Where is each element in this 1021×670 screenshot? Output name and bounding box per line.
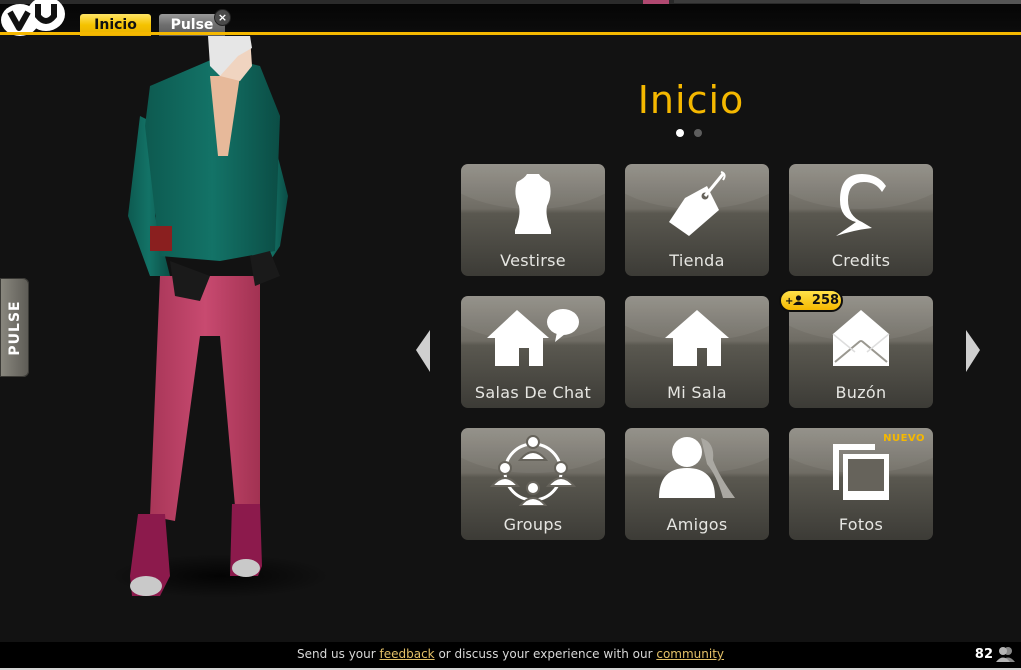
envelope-icon — [832, 310, 890, 366]
online-count: 82 — [974, 646, 993, 662]
header-bar: Inicio Pulse × — [0, 0, 1021, 36]
tile-label: Fotos — [838, 515, 884, 534]
previous-page-arrow-icon[interactable] — [414, 328, 434, 374]
feedback-link[interactable]: feedback — [380, 647, 435, 661]
chat-house-icon — [487, 309, 579, 366]
friends-icon — [659, 437, 735, 498]
credits-icon — [836, 174, 886, 236]
tile-buzon[interactable]: Buzón — [789, 296, 933, 408]
tile-groups[interactable]: Groups — [461, 428, 605, 540]
footer-message: Send us your feedback or discuss your ex… — [0, 647, 1021, 661]
page-title: Inicio — [637, 78, 745, 122]
mannequin-icon — [515, 174, 551, 234]
tile-label: Credits — [831, 251, 891, 270]
footer-bar: Send us your feedback or discuss your ex… — [0, 642, 1021, 668]
price-tag-icon — [669, 171, 726, 236]
tile-mi-sala[interactable]: Mi Sala — [625, 296, 769, 408]
tile-label: Vestirse — [500, 251, 566, 270]
people-icon — [996, 647, 1015, 662]
app-window: Inicio Pulse × PULSE Inicio Vestirse Tie… — [0, 0, 1021, 670]
person-icon — [793, 295, 805, 305]
tile-label: Buzón — [835, 383, 887, 402]
page-dot-1[interactable] — [676, 129, 684, 137]
strip-bar — [674, 0, 860, 3]
community-link[interactable]: community — [656, 647, 724, 661]
close-tab-pulse-icon[interactable]: × — [214, 9, 231, 26]
new-tag: NUEVO — [883, 433, 925, 444]
footer-text-1: Send us your — [296, 647, 380, 661]
pulse-side-tab[interactable]: PULSE — [0, 278, 29, 377]
buzon-count-badge[interactable]: + 258 — [779, 289, 843, 312]
tile-label: Salas De Chat — [474, 383, 592, 402]
pulse-side-label: PULSE — [6, 299, 23, 356]
tile-label: Mi Sala — [667, 383, 727, 402]
tile-amigos[interactable]: Amigos — [625, 428, 769, 540]
page-indicator — [676, 129, 702, 139]
tile-label: Amigos — [666, 515, 728, 534]
tile-credits[interactable]: Credits — [789, 164, 933, 276]
online-friends-counter[interactable]: 82 — [975, 646, 1015, 662]
next-page-arrow-icon[interactable] — [962, 328, 982, 374]
tile-label: Groups — [503, 515, 563, 534]
tile-vestirse[interactable]: Vestirse — [461, 164, 605, 276]
tile-fotos[interactable]: NUEVO Fotos — [789, 428, 933, 540]
tile-label: Tienda — [669, 251, 725, 270]
footer-text-2: or discuss your experience with our — [434, 647, 657, 661]
header-accent-line — [0, 32, 1021, 35]
tile-salas-de-chat[interactable]: Salas De Chat — [461, 296, 605, 408]
page-dot-2[interactable] — [694, 129, 702, 137]
tile-tienda[interactable]: Tienda — [625, 164, 769, 276]
avatar-figure[interactable] — [100, 36, 360, 606]
badge-count: 258 — [811, 293, 840, 308]
badge-plus: + — [785, 296, 794, 307]
groups-icon — [490, 435, 576, 506]
house-icon — [665, 310, 729, 366]
photos-icon — [833, 444, 889, 500]
